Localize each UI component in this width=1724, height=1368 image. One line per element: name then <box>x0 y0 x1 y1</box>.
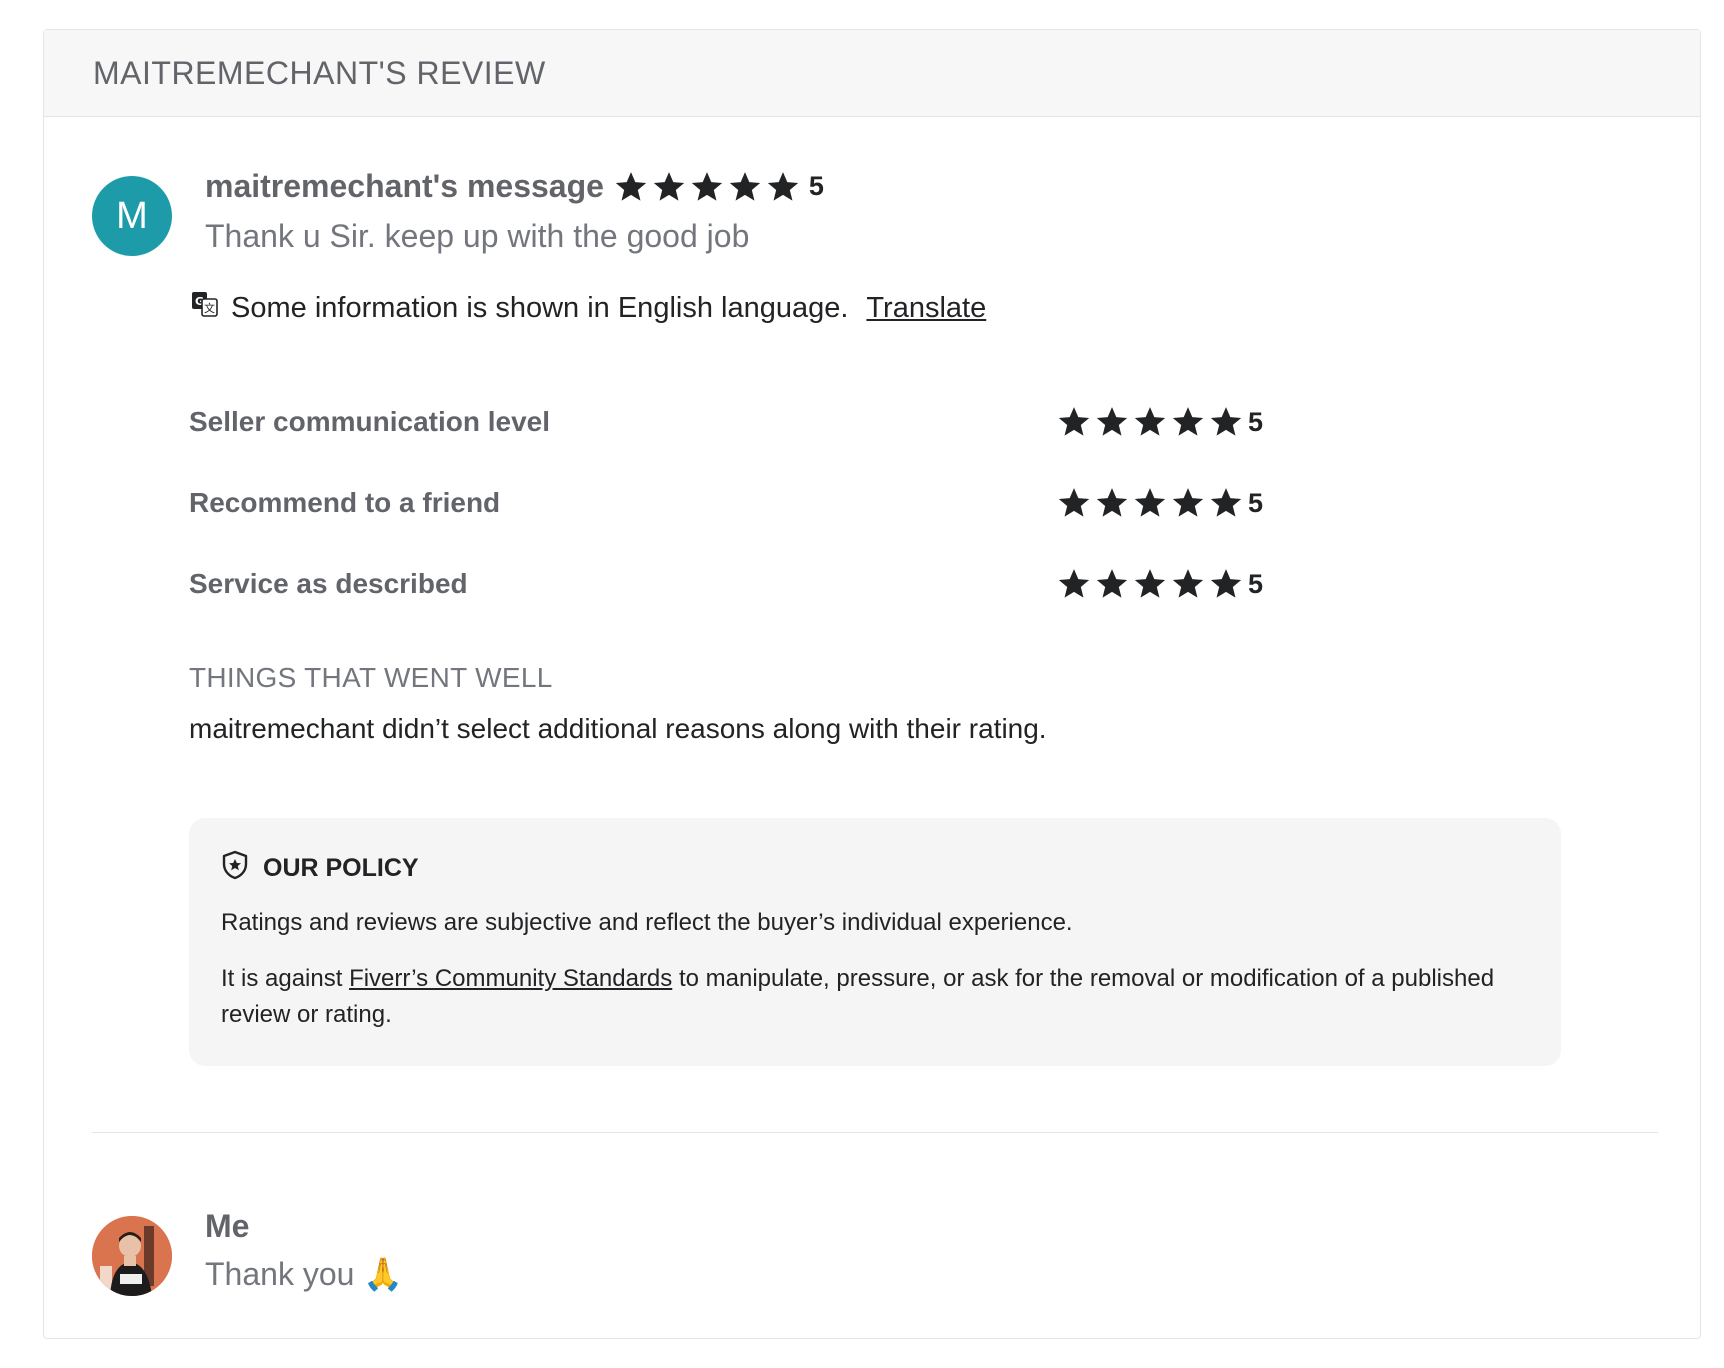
star-icon <box>1171 487 1205 519</box>
policy-box: OUR POLICY Ratings and reviews are subje… <box>189 818 1561 1066</box>
policy-text-1: Ratings and reviews are subjective and r… <box>221 909 1073 936</box>
policy-title: OUR POLICY <box>263 854 419 882</box>
translate-link[interactable]: Translate <box>866 292 986 325</box>
star-icon <box>1133 487 1167 519</box>
review-card-title: MAITREMECHANT'S REVIEW <box>93 54 546 91</box>
star-icon <box>1171 568 1205 600</box>
star-group <box>1057 487 1243 519</box>
reply-author: Me <box>205 1208 250 1244</box>
star-icon <box>1133 406 1167 438</box>
seller-avatar <box>92 1216 172 1296</box>
divider <box>92 1132 1658 1133</box>
star-group <box>1057 406 1243 438</box>
star-group <box>1057 568 1243 600</box>
buyer-avatar-letter: M <box>116 194 148 237</box>
rating-score: 5 <box>1248 406 1264 437</box>
buyer-overall-stars: 5 <box>614 171 824 203</box>
went-well-text: maitremechant didn’t select additional r… <box>189 713 1047 744</box>
buyer-overall-score: 5 <box>808 171 824 201</box>
translate-notice-text: Some information is shown in English lan… <box>231 291 849 324</box>
star-icon <box>1095 487 1129 519</box>
rating-label: Service as described <box>189 568 468 599</box>
star-icon <box>1209 487 1243 519</box>
rating-stars: 5 <box>1057 406 1263 438</box>
star-icon <box>1209 406 1243 438</box>
rating-row-communication: Seller communication level 5 <box>189 406 1269 438</box>
translate-notice: G 文 Some information is shown in English… <box>191 290 986 326</box>
rating-label: Seller communication level <box>189 406 551 437</box>
star-group <box>614 171 800 203</box>
star-icon <box>690 171 724 203</box>
star-icon <box>614 171 648 203</box>
community-standards-link[interactable]: Fiverr’s Community Standards <box>349 965 672 992</box>
rating-score: 5 <box>1248 487 1264 518</box>
reply-message: Thank you 🙏 <box>205 1256 404 1292</box>
rating-stars: 5 <box>1057 568 1263 600</box>
shield-star-icon <box>221 850 249 887</box>
buyer-message-text: Thank u Sir. keep up with the good job <box>205 218 750 254</box>
rating-row-service: Service as described 5 <box>189 568 1269 600</box>
star-icon <box>728 171 762 203</box>
star-icon <box>766 171 800 203</box>
svg-text:文: 文 <box>204 301 215 315</box>
star-icon <box>1133 568 1167 600</box>
seller-avatar-photo <box>92 1216 172 1296</box>
star-icon <box>1057 487 1091 519</box>
star-icon <box>1171 406 1205 438</box>
rating-label: Recommend to a friend <box>189 487 501 518</box>
rating-row-recommend: Recommend to a friend 5 <box>189 487 1269 519</box>
star-icon <box>1057 568 1091 600</box>
translate-icon: G 文 <box>191 290 219 326</box>
rating-score: 5 <box>1248 568 1264 599</box>
policy-head: OUR POLICY <box>221 850 1529 887</box>
star-icon <box>1209 568 1243 600</box>
rating-stars: 5 <box>1057 487 1263 519</box>
star-icon <box>1095 568 1129 600</box>
review-card-header: MAITREMECHANT'S REVIEW <box>44 30 1700 117</box>
buyer-message-head: maitremechant's message 5 <box>205 168 824 205</box>
policy-text-2-before: It is against <box>221 965 350 992</box>
policy-text-2: It is against Fiverr’s Community Standar… <box>221 961 1521 1033</box>
buyer-avatar: M <box>92 176 172 256</box>
buyer-message-author: maitremechant's message <box>205 168 604 204</box>
star-icon <box>1057 406 1091 438</box>
star-icon <box>1095 406 1129 438</box>
went-well-title: THINGS THAT WENT WELL <box>189 662 553 693</box>
star-icon <box>652 171 686 203</box>
